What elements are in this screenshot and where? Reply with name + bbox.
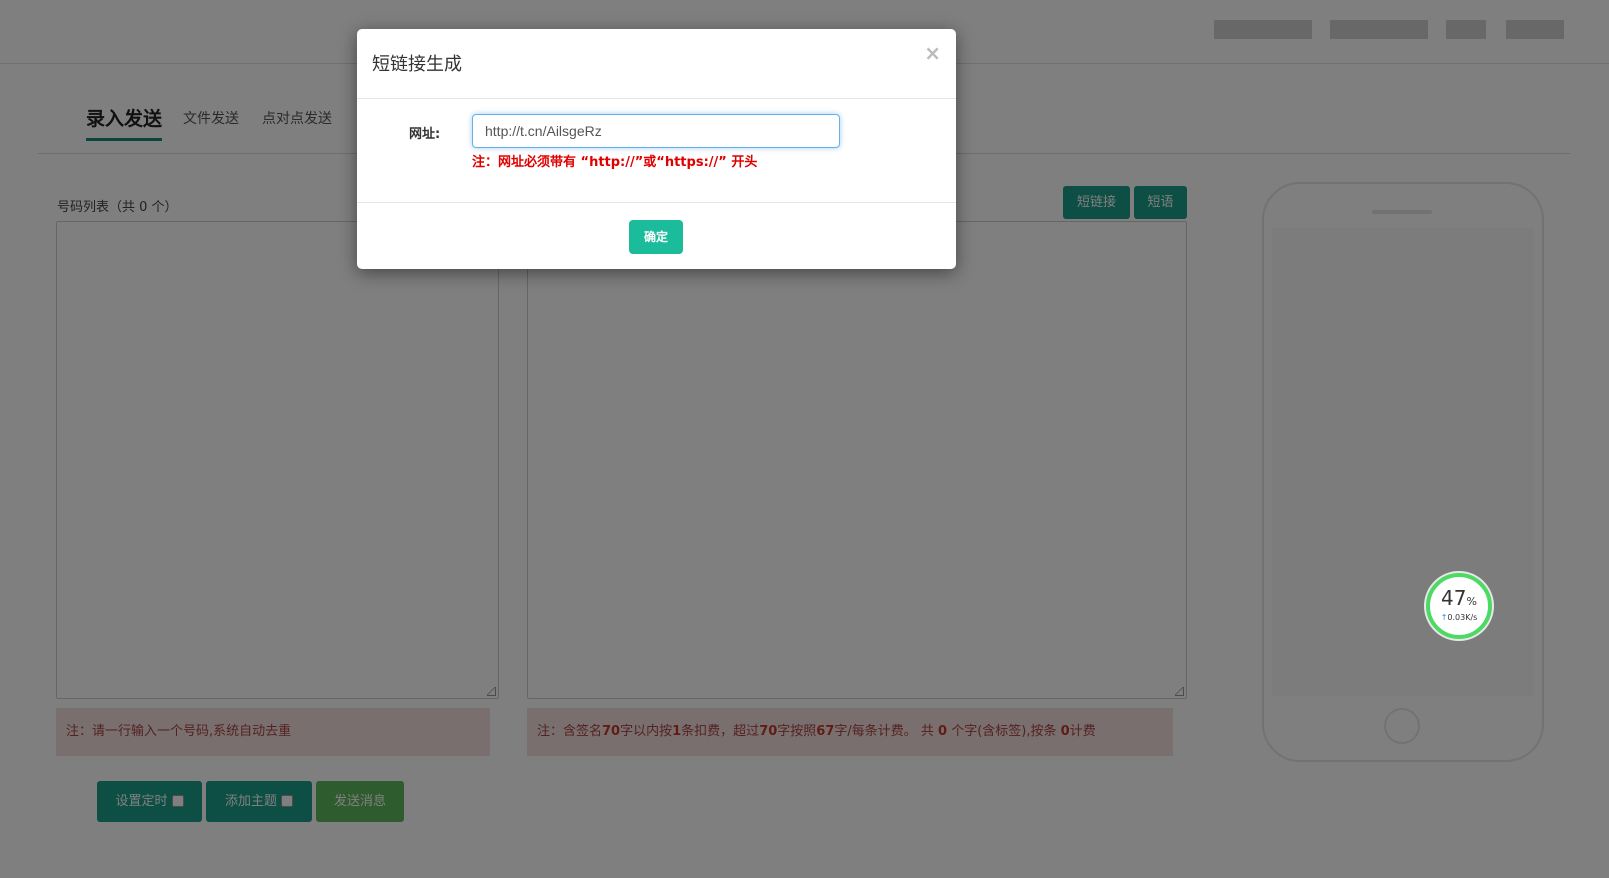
speed-percent-unit: % (1466, 595, 1477, 608)
speed-rate-value: 0.03K/s (1447, 613, 1478, 622)
speed-rate: ↑0.03K/s (1430, 613, 1488, 623)
speed-percent: 47% (1430, 587, 1488, 613)
network-speed-widget[interactable]: 47% ↑0.03K/s (1426, 573, 1492, 639)
speed-percent-value: 47 (1441, 586, 1467, 610)
modal-header: 短链接生成 × (357, 29, 956, 99)
confirm-button[interactable]: 确定 (629, 220, 683, 254)
url-input[interactable] (472, 114, 840, 148)
close-icon[interactable]: × (924, 41, 941, 65)
modal-title: 短链接生成 (372, 54, 462, 75)
url-label: 网址: (409, 127, 441, 142)
short-link-modal: 短链接生成 × 网址: 注：网址必须带有 “http://”或“https://… (357, 29, 956, 269)
url-hint: 注：网址必须带有 “http://”或“https://” 开头 (472, 155, 758, 170)
modal-body: 网址: 注：网址必须带有 “http://”或“https://” 开头 (357, 99, 956, 203)
